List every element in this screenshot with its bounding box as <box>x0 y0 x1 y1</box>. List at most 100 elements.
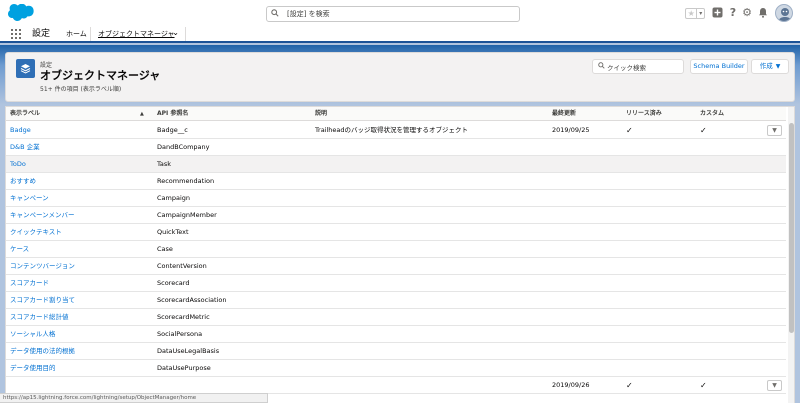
object-label-link[interactable]: コンテンツバージョン <box>10 258 75 275</box>
object-label-link[interactable]: ケース <box>10 241 29 258</box>
search-icon <box>595 62 607 71</box>
column-header-custom[interactable]: カスタム <box>700 107 724 121</box>
favorites-control[interactable]: ★ ▾ <box>685 8 705 19</box>
item-count-subtitle: 51+ 件の項目 (表示ラベル順) <box>40 86 122 93</box>
api-name-cell: DataUseLegalBasis <box>157 347 220 355</box>
api-name-cell: ContentVersion <box>157 262 207 270</box>
api-name-cell: Task <box>157 160 172 168</box>
deployed-check-icon: ✓ <box>626 126 633 135</box>
row-actions-dropdown-icon[interactable]: ▼ <box>767 380 782 391</box>
deployed-check-icon: ✓ <box>626 381 633 390</box>
user-avatar[interactable] <box>775 4 793 22</box>
scrollbar-thumb[interactable] <box>789 123 794 333</box>
object-label-link[interactable]: スコアカード割り当て <box>10 292 75 309</box>
table-row: スコアカード総計値 ScorecardMetric <box>6 309 786 326</box>
column-header-description[interactable]: 説明 <box>315 107 327 121</box>
schema-builder-button[interactable]: Schema Builder <box>690 59 748 74</box>
layers-icon <box>16 59 35 78</box>
quick-search-input[interactable]: クイック検索 <box>592 59 684 74</box>
object-label-link[interactable]: ソーシャル人格 <box>10 326 55 343</box>
global-search-placeholder: [設定] を検索 <box>287 10 330 18</box>
api-name-cell: ScorecardAssociation <box>157 296 227 304</box>
table-row: キャンペーン Campaign <box>6 190 786 207</box>
nav-item-home[interactable]: ホーム <box>66 29 87 39</box>
object-label-link[interactable]: データ使用の法的根拠 <box>10 343 75 360</box>
quick-search-placeholder: クイック検索 <box>607 63 646 72</box>
new-button[interactable]: 作成 ▼ <box>751 59 789 74</box>
object-label-link[interactable]: クイックテキスト <box>10 224 62 241</box>
table-row: ソーシャル人格 SocialPersona <box>6 326 786 343</box>
table-row: クイックテキスト QuickText <box>6 224 786 241</box>
page-title: オブジェクトマネージャ <box>40 69 161 82</box>
object-label-link[interactable]: ToDo <box>10 156 26 173</box>
custom-check-icon: ✓ <box>700 126 707 135</box>
api-name-cell: Campaign <box>157 194 191 202</box>
app-name: 設定 <box>32 29 51 39</box>
custom-check-icon: ✓ <box>700 381 707 390</box>
column-header-label[interactable]: 表示ラベル <box>10 107 40 121</box>
table-row: おすすめ Recommendation <box>6 173 786 190</box>
object-label-link[interactable]: D&B 企業 <box>10 139 40 156</box>
setup-gear-icon[interactable]: ⚙ <box>741 7 753 19</box>
global-search-input[interactable]: [設定] を検索 <box>266 6 520 22</box>
table-body: Badge Badge__c Trailheadのバッジ取得状況を管理するオブジェク… <box>6 122 786 394</box>
table-row: ToDo Task <box>6 156 786 173</box>
table-row: 2019/09/26 ✓ ✓ ▼ <box>6 377 786 394</box>
favorites-dropdown-icon[interactable]: ▾ <box>696 9 704 18</box>
app-launcher-icon[interactable] <box>11 29 21 39</box>
help-icon[interactable]: ? <box>727 7 739 19</box>
add-icon[interactable] <box>711 7 723 19</box>
api-name-cell: QuickText <box>157 228 189 236</box>
table-row: キャンペーンメンバー CampaignMember <box>6 207 786 224</box>
tab-object-manager-label[interactable]: オブジェクトマネージャ <box>98 29 175 39</box>
object-label-link[interactable]: キャンペーンメンバー <box>10 207 74 224</box>
global-header: [設定] を検索 ★ ▾ ? ⚙ <box>0 0 800 27</box>
api-name-cell: DataUsePurpose <box>157 364 211 372</box>
api-name-cell: ScorecardMetric <box>157 313 210 321</box>
object-label-link[interactable]: スコアカード <box>10 275 49 292</box>
new-button-label: 作成 <box>759 62 773 70</box>
last-modified-cell: 2019/09/25 <box>552 126 590 134</box>
table-row: データ使用の法的根拠 DataUseLegalBasis <box>6 343 786 360</box>
page-header: 設定 オブジェクトマネージャ 51+ 件の項目 (表示ラベル順) クイック検索 … <box>5 52 795 102</box>
table-row: スコアカード Scorecard <box>6 275 786 292</box>
salesforce-logo[interactable] <box>8 3 34 22</box>
notifications-bell-icon[interactable] <box>757 7 769 19</box>
column-header-api-name[interactable]: API 参照名 <box>157 107 188 121</box>
api-name-cell: Badge__c <box>157 126 188 134</box>
object-label-link[interactable]: おすすめ <box>10 173 36 190</box>
search-icon <box>267 9 283 19</box>
object-label-link[interactable]: スコアカード総計値 <box>10 309 69 326</box>
api-name-cell: DandBCompany <box>157 143 210 151</box>
object-label-link[interactable]: Badge <box>10 122 31 139</box>
column-header-last-modified[interactable]: 最終更新 <box>552 107 576 121</box>
object-list-table: 表示ラベル ▲ API 参照名 説明 最終更新 リリース済み カスタム Badg… <box>5 106 795 403</box>
table-scrollbar[interactable] <box>788 107 794 403</box>
row-actions-dropdown-icon[interactable]: ▼ <box>767 125 782 136</box>
table-row: D&B 企業 DandBCompany <box>6 139 786 156</box>
api-name-cell: CampaignMember <box>157 211 217 219</box>
caret-down-icon: ▼ <box>775 63 781 70</box>
status-bar-url: https://ap15.lightning.force.com/lightni… <box>0 393 268 403</box>
table-row: コンテンツバージョン ContentVersion <box>6 258 786 275</box>
api-name-cell: Case <box>157 245 173 253</box>
sort-ascending-icon[interactable]: ▲ <box>140 107 144 121</box>
api-name-cell: Scorecard <box>157 279 190 287</box>
object-label-link[interactable]: キャンペーン <box>10 190 49 207</box>
api-name-cell: Recommendation <box>157 177 215 185</box>
description-cell: Trailheadのバッジ取得状況を管理するオブジェクト <box>315 126 469 134</box>
table-row: Badge Badge__c Trailheadのバッジ取得状況を管理するオブジェク… <box>6 122 786 139</box>
api-name-cell: SocialPersona <box>157 330 203 338</box>
app-nav-bar: 設定 ホーム オブジェクトマネージャ ⌄ <box>0 27 800 43</box>
table-row: ケース Case <box>6 241 786 258</box>
table-row: データ使用目的 DataUsePurpose <box>6 360 786 377</box>
last-modified-cell: 2019/09/26 <box>552 381 590 389</box>
table-header: 表示ラベル ▲ API 参照名 説明 最終更新 リリース済み カスタム <box>6 107 786 121</box>
tab-object-manager[interactable]: オブジェクトマネージャ ⌄ <box>90 27 186 41</box>
chevron-down-icon[interactable]: ⌄ <box>172 28 179 37</box>
object-label-link[interactable]: データ使用目的 <box>10 360 56 377</box>
column-header-deployed[interactable]: リリース済み <box>626 107 662 121</box>
schema-builder-label: Schema Builder <box>693 62 745 70</box>
favorites-star-icon[interactable]: ★ <box>686 9 696 18</box>
table-row: スコアカード割り当て ScorecardAssociation <box>6 292 786 309</box>
